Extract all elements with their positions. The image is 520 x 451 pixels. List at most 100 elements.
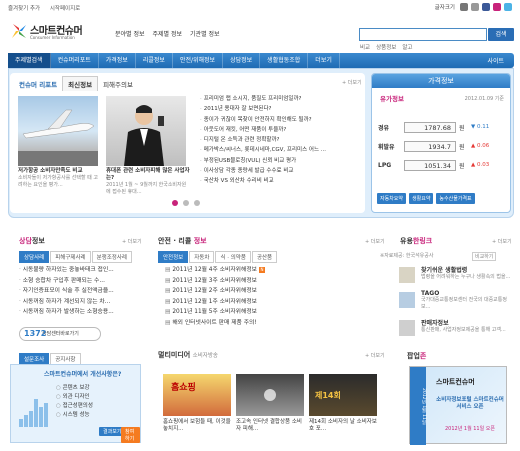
survey-vote-button[interactable]: 참여하기 [121,427,140,443]
price-compare-button[interactable]: 비교하기 [472,252,497,261]
popup-banner[interactable]: 2012년 1월 11일 스마트컨슈머 소비자정보포털 스마트컨슈머 서비스 오… [409,366,507,445]
search-input[interactable] [359,28,487,41]
carousel-dot[interactable] [183,200,189,206]
list-item[interactable]: 시동꺼짐 하자가 발생하는 소형승용... [19,307,144,318]
subnav-agency[interactable]: 기관별 정보 [190,29,220,38]
carousel-dot[interactable] [172,200,178,206]
price-value: 1934.7 [404,140,456,152]
video-thumb-1[interactable]: 홈쇼핑 [163,374,231,416]
list-item[interactable]: ▤ 2011년 11월 5주 소비자위해정보 [165,307,385,318]
list-item[interactable]: ▤ 2011년 12월 4주 소비자위해정보 N [165,265,385,276]
nav-consumer-report[interactable]: 컨슈머리포트 [51,53,99,68]
consult-more-link[interactable]: + 더보기 [122,238,142,245]
feature2-image[interactable] [106,96,186,166]
feature1-caption[interactable]: 저가항공 소비자만족도 비교 소비자들이 저가항공사를 선택할 때 고려하는 요… [18,168,100,189]
report-news-list: 프리미엄 랩 소시지, 품질도 프리미엄일까? 2011년 용대자 잘 보면된다… [200,94,365,187]
bookmark-link[interactable]: 즐겨찾기 추가 [8,6,40,12]
price-btn-life[interactable]: 생활요약 [409,193,434,204]
tab-consult-cases[interactable]: 상담사례 [19,251,50,263]
nav-price-info[interactable]: 가격정보 [99,53,136,68]
tab-latest[interactable]: 최신정보 [62,76,99,91]
law-icon [399,267,415,283]
survey-bar [19,419,23,427]
subnav-topic[interactable]: 주제별 정보 [153,29,183,38]
site-logo[interactable]: 스마트컨슈머 Consumer Information [10,20,90,46]
carousel-dot[interactable] [194,200,200,206]
news-item[interactable]: 2011년 용대자 잘 보면된다? [200,104,365,114]
site-item[interactable]: 판매자정보 통신판매, 사업자정보제공을 통해 고객... [399,318,511,336]
list-item[interactable]: 소형 승합차 구입후 판매되는 수... [19,276,144,287]
video-thumb-2[interactable] [236,374,304,416]
call-center-button[interactable]: 1372 상담센터바로가기 [19,327,101,341]
list-item[interactable]: ▤ 2011년 12월 1주 소비자위해정보 [165,297,385,308]
font-size-label: 글자크기 [434,5,455,11]
news-item[interactable]: 프리미엄 랩 소시지, 품질도 프리미엄일까? [200,94,365,104]
video-caption-3[interactable]: 제14회 소비자의 날 소비자보호 포... [309,419,379,433]
nav-safety-info[interactable]: 안전/위해정보 [173,53,224,68]
tab-car[interactable]: 자동차 [189,251,215,263]
video-thumb-3[interactable]: 제14회 [309,374,377,416]
quick-link-know[interactable]: 알고 [402,43,412,51]
consult-title: 상담정보 [19,237,45,245]
tab-industrial[interactable]: 공산품 [251,251,278,263]
report-more-link[interactable]: + 더보기 [342,79,362,86]
font-increase-icon[interactable] [460,3,468,11]
multimedia-more-link[interactable]: + 더보기 [365,352,385,359]
price-subtitle: 유가정보 [380,95,404,103]
nav-more[interactable]: 더보기 [308,53,340,68]
survey-option[interactable]: 콘텐츠 보강 [56,383,90,391]
subnav-field[interactable]: 분야별 정보 [115,29,145,38]
search-button[interactable]: 검색 [488,28,514,41]
tab-warning[interactable]: 피해주의보 [98,77,138,91]
nav-sitemap[interactable]: 사이트 [487,56,514,65]
list-item[interactable]: 시동불량 하자있는 중놓바태크 접인... [19,265,144,276]
news-item[interactable]: 디지털 온 소득과 관련 정확할까? [200,135,365,145]
nav-recall-info[interactable]: 리콜정보 [136,53,173,68]
survey-option[interactable]: 접근성편의성 [56,401,93,409]
sites-title: 유용한링크 [400,237,433,245]
facebook-icon[interactable] [482,3,490,11]
nav-coop[interactable]: 생활협동조합 [260,53,309,68]
quick-link-compare[interactable]: 비교 [360,43,370,51]
me2day-icon[interactable] [493,3,501,11]
tab-relief-cases[interactable]: 피해구제사례 [50,251,91,263]
tab-consumer-report[interactable]: 컨슈머 리포트 [14,77,62,91]
video-caption-2[interactable]: 조고속 인터넷 결합상품 소비자 피해... [236,419,306,433]
safety-more-link[interactable]: + 더보기 [365,238,385,245]
list-item[interactable]: ▤ 2011년 12월 2주 소비자위해정보 [165,286,385,297]
feature2-caption[interactable]: 휴대폰 관련 소비자피해 많은 사업자는? 2011년 1월 ~ 9월까지 한국… [106,168,190,196]
tab-food-drug[interactable]: 식 · 의약품 [215,251,251,263]
feature2-title: 휴대폰 관련 소비자피해 많은 사업자는? [106,168,190,181]
list-item[interactable]: 자기인증표모이 식술 후 실전액금을... [19,286,144,297]
video-caption-1[interactable]: 홈쇼핑에서 보험들 때, 이것을 놓치지... [163,419,233,433]
tab-dispute-cases[interactable]: 분쟁조정사례 [91,251,132,263]
site-item[interactable]: TAGO 국가대중교통정보센터 전국의 대중교통정보... [399,290,511,310]
list-item[interactable]: ▤ 2011년 12월 3주 소비자위해정보 [165,276,385,287]
sites-more-link[interactable]: + 더보기 [492,238,512,245]
news-item[interactable]: 아웃도어 재킷, 어떤 재품이 투율까? [200,125,365,135]
font-decrease-icon[interactable] [471,3,479,11]
price-btn-car[interactable]: 자동차요약 [377,193,407,204]
price-btn-agri[interactable]: 농수산물가격표 [436,193,475,204]
list-item[interactable]: 시동꺼짐 하자가 계선되지 않는 차... [19,297,144,308]
site-item[interactable]: 찾기쉬운 생활법령 법령을 어려워하는 누구나 생활속의 법을... [399,265,511,283]
banner-side-date: 2012년 1월 11일 [410,367,426,445]
news-item[interactable]: 이사상담 각종 종량세 발급 수수료 비교 [200,166,365,176]
survey-box: 스마트컨슈머에서 개선사항은? 콘텐츠 보강 외관 디자인 접근성편의성 시스템… [10,364,141,443]
survey-option[interactable]: 외관 디자인 [56,392,90,400]
bus-icon [399,292,415,308]
tab-safety-info[interactable]: 안전정보 [158,251,189,263]
nav-consult-info[interactable]: 상담정보 [223,53,261,68]
news-item[interactable]: 국산차 VS 외산차 수리비 비교 [200,176,365,186]
news-item[interactable]: 종이가 귀찮이 목찾이 안전하지 확인해도 될까? [200,115,365,125]
feature1-image[interactable] [18,96,98,166]
nav-topic-search[interactable]: 주제별검색 [8,53,51,68]
homepage-link[interactable]: 시작페이지로 [50,6,80,12]
quick-link-product[interactable]: 상품정보 [376,43,396,51]
news-item[interactable]: 부정된USB블로칭(VUL) 신뢰 비교 평가 [200,156,365,166]
price-name: LPG [378,161,392,169]
twitter-icon[interactable] [504,3,512,11]
survey-option[interactable]: 시스템 성능 [56,410,90,418]
news-item[interactable]: 메가박스/씨너스, 롯데시네마,CGV, 프리미스 어느 ... [200,145,365,155]
list-item[interactable]: ▤ 해외 인터넷사이트 판매 제품 주의! [165,318,385,329]
